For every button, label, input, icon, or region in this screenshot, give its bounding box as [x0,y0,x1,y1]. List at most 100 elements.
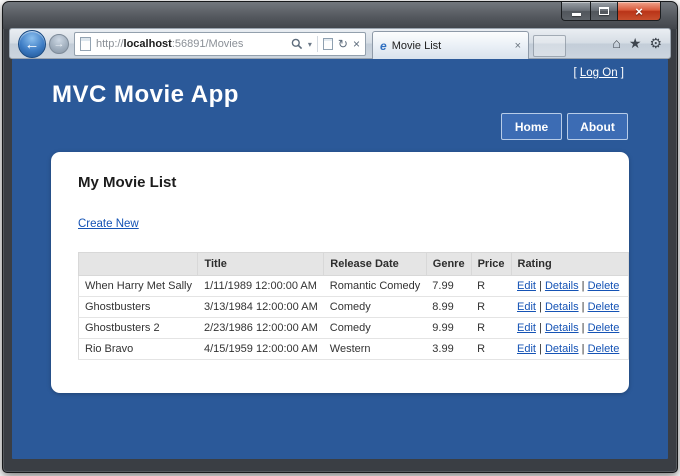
close-window-button[interactable]: × [617,2,661,21]
tab-close-icon[interactable]: × [515,40,521,52]
action-separator: | [539,343,542,355]
forward-button[interactable]: → [49,34,69,54]
details-link[interactable]: Details [545,343,579,355]
logon-bracket-close: ] [617,67,624,79]
cell-release-date: 1/11/1989 12:00:00 AM [197,275,324,297]
tab-movie-list[interactable]: e Movie List × [372,31,529,60]
window-controls: × [561,2,661,21]
details-link[interactable]: Details [545,280,579,292]
column-header-price: Price [470,252,512,276]
cell-release-date: 3/13/1984 12:00:00 AM [197,296,324,318]
cell-price: 9.99 [426,317,472,339]
nav-about-button[interactable]: About [567,113,628,140]
cell-movie-name: Ghostbusters [78,296,198,318]
forward-arrow-icon: → [53,38,65,50]
details-link[interactable]: Details [545,322,579,334]
maximize-button[interactable] [590,2,617,21]
delete-link[interactable]: Delete [588,280,620,292]
url-scheme: http:// [96,38,124,50]
edit-link[interactable]: Edit [517,301,536,313]
action-separator: | [539,280,542,292]
cell-actions: Edit | Details | Delete [511,317,629,339]
action-separator: | [581,280,585,292]
cell-movie-name: Rio Bravo [78,338,198,360]
cell-price: 8.99 [426,296,472,318]
cell-genre: Comedy [323,296,427,318]
compatibility-view-icon[interactable] [322,38,333,50]
delete-link[interactable]: Delete [588,301,620,313]
cell-release-date: 4/15/1959 12:00:00 AM [197,338,324,360]
app-title: MVC Movie App [52,81,239,108]
table-row: Rio Bravo 4/15/1959 12:00:00 AM Western … [78,338,629,360]
minimize-button[interactable] [561,2,590,21]
create-new-link[interactable]: Create New [78,218,139,230]
table-row: Ghostbusters 3/13/1984 12:00:00 AM Comed… [78,296,629,318]
browser-chrome: ← → http://localhost:56891/Movies ▾ ↻ × … [9,28,671,60]
content-panel: My Movie List Create New Title Release D… [51,152,629,393]
search-icon[interactable] [291,38,303,50]
cell-genre: Western [323,338,427,360]
address-dropdown-icon[interactable]: ▾ [308,40,312,49]
cell-movie-name: When Harry Met Sally [78,275,198,297]
close-icon: × [635,3,643,19]
action-separator: | [581,343,585,355]
cell-actions: Edit | Details | Delete [511,296,629,318]
action-separator: | [581,322,585,334]
logon-area: [ Log On ] [573,67,624,79]
column-header-release-date: Release Date [323,252,427,276]
column-header-genre: Genre [425,252,472,276]
url-text: http://localhost:56891/Movies [96,38,243,50]
column-header-rating: Rating [510,252,629,276]
page-content: [ Log On ] MVC Movie App Home About My M… [12,59,668,459]
site-favicon-icon [80,37,91,51]
table-header-row: Title Release Date Genre Price Rating [77,252,629,276]
logon-link[interactable]: Log On [580,67,618,79]
tools-gear-icon[interactable]: ⚙ [649,36,662,50]
cell-price: 7.99 [426,275,472,297]
cell-movie-name: Ghostbusters 2 [78,317,198,339]
browser-window: × ← → http://localhost:56891/Movies ▾ ↻ … [2,1,678,473]
action-separator: | [581,301,585,313]
action-separator: | [539,322,542,334]
tab-title: Movie List [391,40,442,52]
column-header-title: Title [197,252,325,276]
delete-link[interactable]: Delete [588,322,620,334]
cell-price: 3.99 [426,338,472,360]
edit-link[interactable]: Edit [517,280,536,292]
cell-rating: R [471,317,511,339]
address-bar[interactable]: http://localhost:56891/Movies ▾ ↻ × [74,32,366,56]
table-row: Ghostbusters 2 2/23/1986 12:00:00 AM Com… [78,317,629,339]
url-host: localhost [123,38,172,50]
column-header-blank [77,252,199,276]
back-button[interactable]: ← [18,30,46,58]
favorites-star-icon[interactable]: ★ [629,36,642,50]
back-arrow-icon: ← [24,35,40,53]
table-row: When Harry Met Sally 1/11/1989 12:00:00 … [78,275,629,297]
new-tab-button[interactable] [533,35,566,57]
edit-link[interactable]: Edit [517,322,536,334]
movies-table: Title Release Date Genre Price Rating Wh… [77,252,629,360]
cell-release-date: 2/23/1986 12:00:00 AM [197,317,324,339]
minimize-icon [571,12,581,16]
action-separator: | [539,301,542,313]
refresh-icon[interactable]: ↻ [338,38,348,50]
delete-link[interactable]: Delete [588,343,620,355]
ie-favicon-icon: e [380,39,387,53]
section-title: My Movie List [78,174,177,191]
cell-rating: R [471,275,511,297]
cell-genre: Romantic Comedy [323,275,427,297]
main-menu: Home About [501,113,628,140]
cell-actions: Edit | Details | Delete [511,338,629,360]
cell-rating: R [471,296,511,318]
edit-link[interactable]: Edit [517,343,536,355]
address-bar-divider [316,36,318,52]
cell-rating: R [471,338,511,360]
stop-icon[interactable]: × [353,38,360,50]
url-path: :56891/Movies [171,38,244,50]
nav-home-button[interactable]: Home [501,113,562,140]
home-icon[interactable]: ⌂ [612,36,620,50]
cell-genre: Comedy [323,317,427,339]
maximize-icon [599,7,609,15]
cell-actions: Edit | Details | Delete [511,275,629,297]
details-link[interactable]: Details [545,301,579,313]
